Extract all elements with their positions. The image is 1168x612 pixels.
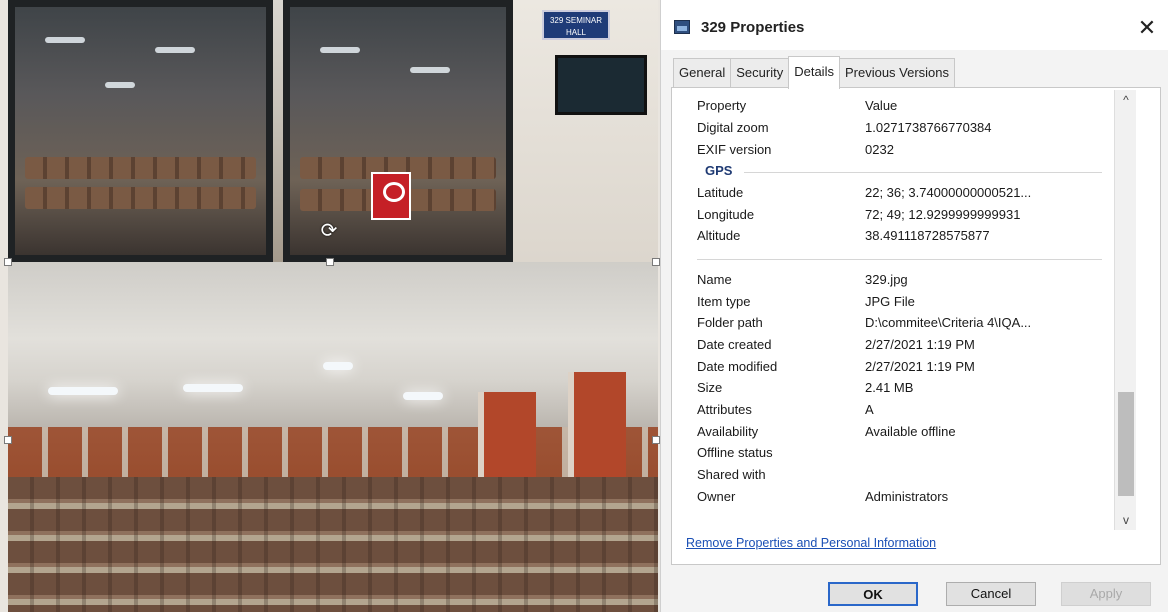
scroll-down-icon[interactable]: v: [1115, 510, 1137, 530]
resize-handle-left[interactable]: [4, 258, 12, 266]
property-row[interactable]: EXIF version 0232: [689, 139, 1114, 161]
property-value: 2/27/2021 1:19 PM: [865, 336, 975, 352]
tab-general[interactable]: General: [673, 58, 732, 88]
property-row[interactable]: Name 329.jpg: [689, 269, 1114, 291]
property-value: Available offline: [865, 423, 956, 439]
image-file-icon: [674, 20, 690, 34]
vertical-scrollbar[interactable]: ^ v: [1114, 90, 1136, 530]
close-button[interactable]: ✕: [1133, 14, 1161, 42]
property-row[interactable]: Attributes A: [689, 399, 1114, 421]
property-value: 329.jpg: [865, 271, 908, 287]
group-label: GPS: [705, 163, 733, 179]
property-value: 2/27/2021 1:19 PM: [865, 358, 975, 374]
property-name: Offline status: [697, 445, 773, 461]
photo-hall-interior[interactable]: [8, 262, 658, 612]
property-name: EXIF version: [697, 141, 772, 157]
property-value: 2.41 MB: [865, 380, 914, 396]
column-header-row: Property Value: [689, 95, 1114, 117]
property-row[interactable]: Date created 2/27/2021 1:19 PM: [689, 334, 1114, 356]
screen: 329 SEMINAR HALL ⟳ 329 Properties ✕ Gene…: [0, 0, 1168, 612]
property-value: 1.0271738766770384: [865, 120, 992, 135]
resize-handle-top[interactable]: [326, 258, 334, 266]
property-name: Owner: [697, 488, 736, 504]
property-name: Attributes: [697, 401, 752, 417]
property-name: Longitude: [697, 206, 755, 222]
property-row[interactable]: Availability Available offline: [689, 421, 1114, 443]
property-name: Name: [697, 271, 732, 287]
title-bar: 329 Properties ✕: [661, 0, 1168, 50]
property-name: Altitude: [697, 228, 741, 244]
remove-properties-link[interactable]: Remove Properties and Personal Informati…: [686, 536, 936, 550]
rotate-icon[interactable]: ⟳: [318, 220, 340, 242]
property-value: A: [865, 401, 874, 417]
property-value: D:\commitee\Criteria 4\IQA...: [865, 315, 1032, 331]
property-row[interactable]: Digital zoom 1.0271738766770384: [689, 117, 1114, 139]
resize-handle-right[interactable]: [652, 258, 660, 266]
resize-handle-mid-left[interactable]: [4, 436, 12, 444]
property-value: 0232: [865, 141, 894, 157]
property-value: JPG File: [865, 293, 915, 309]
dialog-title: 329 Properties: [701, 19, 805, 36]
property-row[interactable]: Size 2.41 MB: [689, 377, 1114, 399]
ok-button[interactable]: OK: [828, 582, 918, 606]
photo-wall-screen: [555, 55, 647, 115]
property-value: Administrators: [865, 488, 949, 504]
tab-previous-versions[interactable]: Previous Versions: [838, 58, 956, 88]
tab-strip: General Security Details Previous Versio…: [673, 56, 956, 89]
property-row[interactable]: Latitude 22; 36; 3.74000000000521...: [689, 182, 1114, 204]
document-canvas: 329 SEMINAR HALL ⟳: [0, 0, 660, 612]
property-value: 72; 49; 12.9299999999931: [865, 206, 1021, 222]
group-header-gps: GPS: [689, 160, 1114, 182]
property-row[interactable]: Offline status: [689, 442, 1114, 464]
property-row[interactable]: Altitude 38.491118728575877: [689, 225, 1114, 247]
property-row[interactable]: Folder path D:\commitee\Criteria 4\IQA...: [689, 312, 1114, 334]
scroll-up-icon[interactable]: ^: [1115, 90, 1137, 110]
property-name: Latitude: [697, 185, 744, 201]
property-list[interactable]: Property Value Digital zoom 1.02717387667…: [689, 95, 1114, 527]
cancel-button[interactable]: Cancel: [946, 582, 1036, 606]
property-name: Availability: [697, 423, 759, 439]
property-value: 38.491118728575877: [865, 228, 990, 244]
tab-details[interactable]: Details: [788, 56, 840, 89]
property-row[interactable]: Date modified 2/27/2021 1:19 PM: [689, 356, 1114, 378]
resize-handle-mid-right[interactable]: [652, 436, 660, 444]
column-header-property[interactable]: Property: [697, 98, 746, 113]
property-name: Shared with: [697, 467, 766, 482]
scroll-thumb[interactable]: [1118, 392, 1134, 496]
group-header-file: [689, 247, 1114, 269]
column-header-value[interactable]: Value: [865, 98, 897, 113]
photo-glass-door-left: [8, 0, 273, 262]
property-name: Date modified: [697, 358, 778, 374]
apply-button[interactable]: Apply: [1061, 582, 1151, 606]
property-name: Date created: [697, 336, 772, 352]
details-panel: Property Value Digital zoom 1.02717387667…: [671, 87, 1161, 565]
property-row[interactable]: Owner Administrators: [689, 486, 1114, 508]
photo-warning-sign: [371, 172, 411, 220]
property-name: Folder path: [697, 315, 763, 331]
property-row[interactable]: Longitude 72; 49; 12.9299999999931: [689, 204, 1114, 226]
property-row[interactable]: Shared with: [689, 464, 1114, 486]
property-name: Size: [697, 380, 723, 396]
property-row[interactable]: Item type JPG File: [689, 291, 1114, 313]
property-name: Item type: [697, 293, 751, 309]
properties-dialog: 329 Properties ✕ General Security Detail…: [660, 0, 1168, 612]
photo-room-sign: 329 SEMINAR HALL: [542, 10, 610, 40]
property-name: Digital zoom: [697, 120, 769, 135]
property-value: 22; 36; 3.74000000000521...: [865, 185, 1032, 201]
tab-security[interactable]: Security: [730, 58, 790, 88]
